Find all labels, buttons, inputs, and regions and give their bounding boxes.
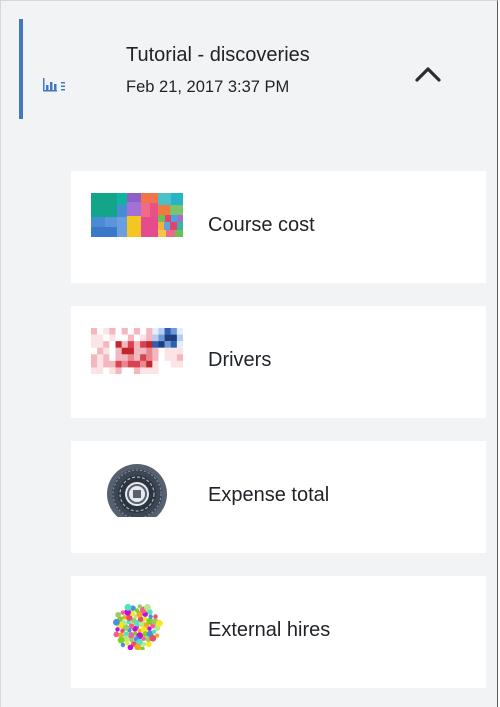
selection-accent-bar (19, 19, 23, 119)
discovery-card-expense-total[interactable]: Expense total (71, 441, 486, 553)
card-label: Drivers (208, 349, 272, 371)
treemap-thumbnail (91, 193, 183, 237)
collection-date: Feb 21, 2017 3:37 PM (126, 78, 290, 96)
card-label: Course cost (208, 214, 315, 236)
discoveries-panel: Tutorial - discoveries Feb 21, 2017 3:37… (0, 0, 498, 707)
discovery-card-external-hires[interactable]: External hires (71, 576, 486, 688)
heatmap-thumbnail (91, 328, 183, 374)
discovery-card-course-cost[interactable]: Course cost (71, 171, 486, 283)
bar-chart-list-icon (43, 78, 65, 92)
card-label: External hires (208, 619, 331, 641)
radial-chart-thumbnail (107, 464, 167, 517)
collection-header[interactable]: Tutorial - discoveries Feb 21, 2017 3:37… (19, 19, 489, 119)
discovery-card-drivers[interactable]: Drivers (71, 306, 486, 418)
collection-title: Tutorial - discoveries (126, 44, 310, 66)
card-label: Expense total (208, 484, 330, 506)
collapse-button[interactable] (411, 59, 445, 89)
chevron-up-icon (415, 67, 441, 82)
bubble-cluster-thumbnail (113, 603, 163, 650)
